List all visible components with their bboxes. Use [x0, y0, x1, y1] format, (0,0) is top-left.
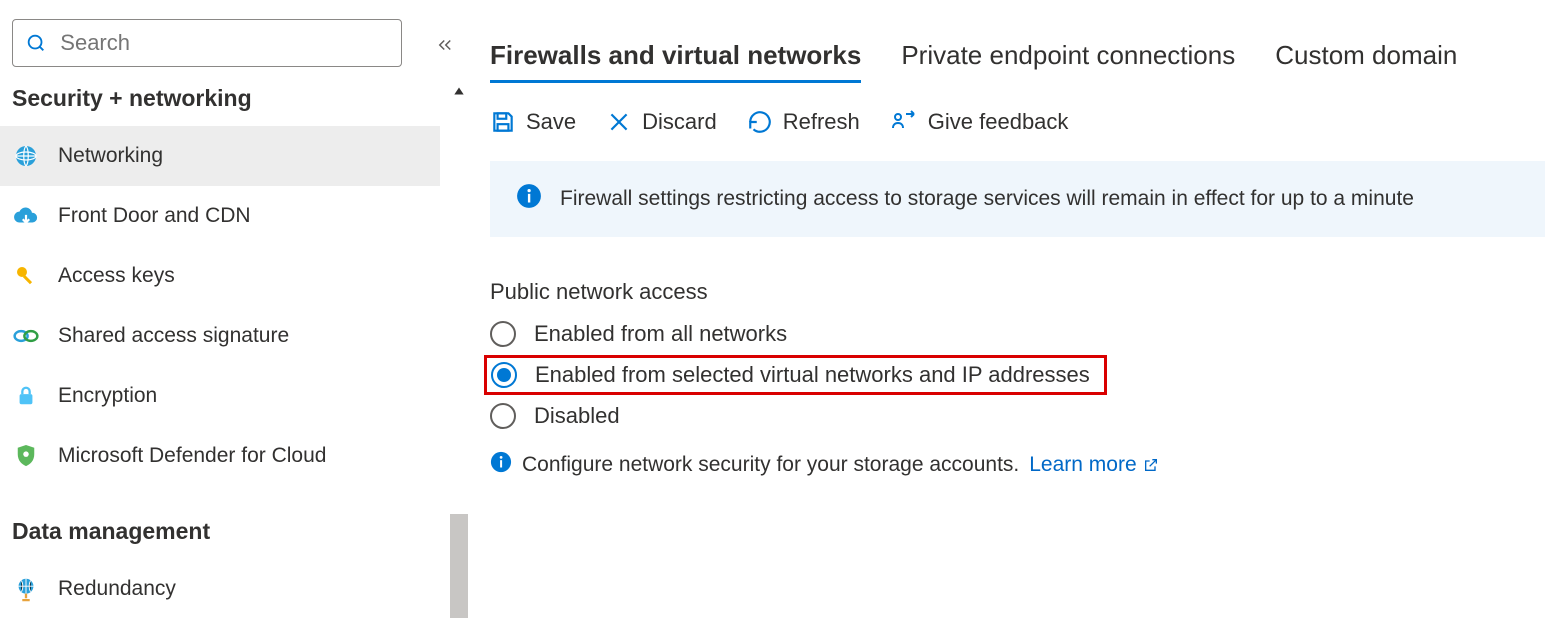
sidebar-item-label: Microsoft Defender for Cloud	[58, 444, 326, 468]
shield-icon	[12, 442, 40, 470]
info-icon	[516, 183, 542, 215]
sidebar-item-defender[interactable]: Microsoft Defender for Cloud	[0, 426, 440, 486]
search-box[interactable]	[12, 19, 402, 67]
info-banner: Firewall settings restricting access to …	[490, 161, 1545, 237]
scroll-up-icon[interactable]	[450, 84, 468, 119]
scrollbar-thumb[interactable]	[450, 514, 468, 618]
toolbar: Save Discard Refresh Give feedback	[490, 83, 1545, 161]
sidebar-item-label: Front Door and CDN	[58, 204, 251, 228]
external-link-icon	[1143, 457, 1159, 473]
search-wrap	[0, 19, 468, 79]
tab-firewalls[interactable]: Firewalls and virtual networks	[490, 40, 861, 83]
save-button[interactable]: Save	[490, 109, 576, 135]
lock-icon	[12, 382, 40, 410]
tab-private-endpoint[interactable]: Private endpoint connections	[901, 40, 1235, 83]
tabs: Firewalls and virtual networks Private e…	[490, 0, 1545, 83]
sidebar-item-encryption[interactable]: Encryption	[0, 366, 440, 426]
public-access-title: Public network access	[490, 279, 1545, 305]
learn-more-link[interactable]: Learn more	[1029, 453, 1158, 477]
refresh-label: Refresh	[783, 109, 860, 135]
main-panel: Firewalls and virtual networks Private e…	[468, 0, 1545, 618]
discard-label: Discard	[642, 109, 717, 135]
key-icon	[12, 262, 40, 290]
sidebar: Security + networking Networking Front D…	[0, 0, 468, 618]
collapse-icon[interactable]	[436, 36, 454, 57]
hint-text: Configure network security for your stor…	[522, 453, 1019, 477]
sidebar-item-label: Shared access signature	[58, 324, 289, 348]
refresh-button[interactable]: Refresh	[747, 109, 860, 135]
sidebar-item-networking[interactable]: Networking	[0, 126, 440, 186]
feedback-label: Give feedback	[928, 109, 1069, 135]
section-header-data: Data management	[0, 512, 468, 559]
sidebar-item-access-keys[interactable]: Access keys	[0, 246, 440, 306]
radio-disabled[interactable]: Disabled	[490, 395, 1545, 437]
sidebar-item-sas[interactable]: Shared access signature	[0, 306, 440, 366]
sidebar-item-redundancy[interactable]: Redundancy	[0, 559, 440, 619]
radio-enabled-selected[interactable]: Enabled from selected virtual networks a…	[484, 355, 1107, 395]
discard-button[interactable]: Discard	[606, 109, 717, 135]
link-icon	[12, 322, 40, 350]
radio-icon[interactable]	[491, 362, 517, 388]
save-label: Save	[526, 109, 576, 135]
search-icon	[23, 29, 48, 57]
radio-icon[interactable]	[490, 321, 516, 347]
sidebar-item-label: Access keys	[58, 264, 175, 288]
cloud-icon	[12, 202, 40, 230]
radio-enabled-all[interactable]: Enabled from all networks	[490, 313, 1545, 355]
sidebar-item-label: Redundancy	[58, 577, 176, 601]
search-input[interactable]	[58, 29, 391, 57]
sidebar-item-front-door[interactable]: Front Door and CDN	[0, 186, 440, 246]
info-icon	[490, 451, 512, 479]
sidebar-item-label: Networking	[58, 144, 163, 168]
radio-icon[interactable]	[490, 403, 516, 429]
configure-hint: Configure network security for your stor…	[490, 451, 1545, 479]
tab-custom-domain[interactable]: Custom domain	[1275, 40, 1457, 83]
section-header-security: Security + networking	[0, 79, 468, 126]
globe-stand-icon	[12, 575, 40, 603]
radio-label: Enabled from all networks	[534, 321, 787, 347]
feedback-button[interactable]: Give feedback	[890, 109, 1069, 135]
banner-text: Firewall settings restricting access to …	[560, 187, 1414, 211]
globe-icon	[12, 142, 40, 170]
radio-label: Disabled	[534, 403, 620, 429]
sidebar-item-label: Encryption	[58, 384, 157, 408]
radio-label: Enabled from selected virtual networks a…	[535, 362, 1090, 388]
